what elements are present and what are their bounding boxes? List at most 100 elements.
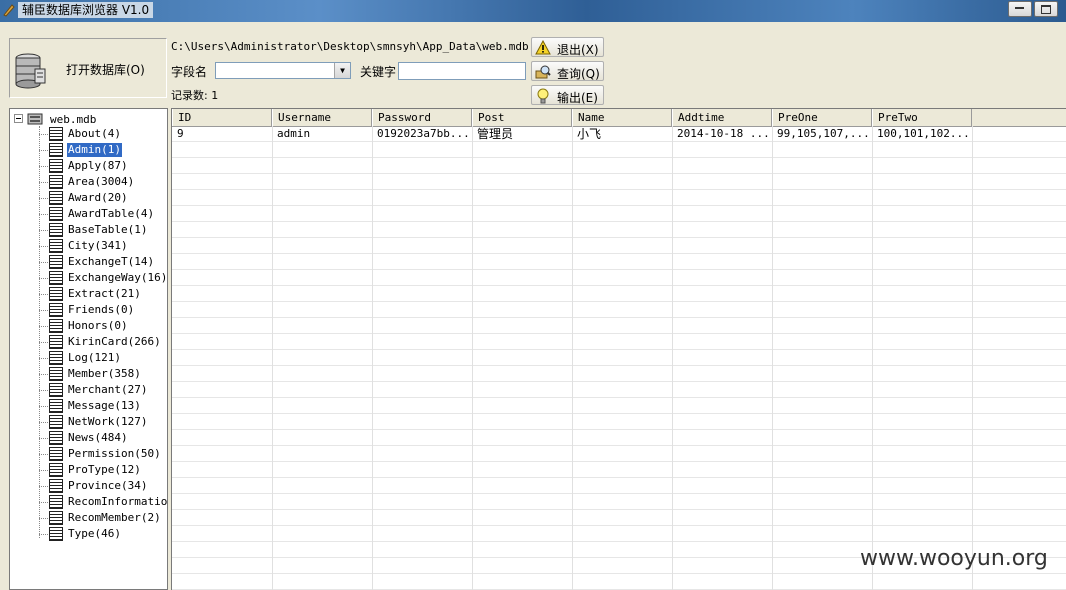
tree-item[interactable]: Member(358): [39, 366, 167, 382]
tree-item[interactable]: Message(13): [39, 398, 167, 414]
table-cell[interactable]: 9: [172, 126, 272, 142]
tree-connector: [39, 470, 48, 471]
open-database-button[interactable]: 打开数据库(O): [9, 38, 167, 98]
tree-item[interactable]: About(4): [39, 126, 167, 142]
tree-connector: [39, 230, 48, 231]
minimize-icon: [1015, 7, 1024, 9]
tree-item[interactable]: Apply(87): [39, 158, 167, 174]
table-cell[interactable]: 100,101,102...: [872, 126, 972, 142]
column-header[interactable]: Name: [572, 109, 672, 126]
tree-item-label: Type(46): [68, 527, 121, 540]
tree-item-label: Apply(87): [68, 159, 128, 172]
tree-item[interactable]: AwardTable(4): [39, 206, 167, 222]
table-cell[interactable]: 2014-10-18 ...: [672, 126, 772, 142]
query-button[interactable]: 查询(Q): [531, 61, 604, 81]
tree-connector: [39, 390, 48, 391]
tree-item[interactable]: Honors(0): [39, 318, 167, 334]
tree-item[interactable]: BaseTable(1): [39, 222, 167, 238]
tree-item[interactable]: ExchangeT(14): [39, 254, 167, 270]
tree-item[interactable]: KirinCard(266): [39, 334, 167, 350]
tree-connector: [39, 278, 48, 279]
table-icon: [49, 511, 63, 525]
table-icon: [49, 479, 63, 493]
tree-item[interactable]: Admin(1): [39, 142, 167, 158]
tree-item-label: Admin(1): [67, 143, 122, 157]
grid-line: [972, 126, 973, 590]
collapse-icon[interactable]: [14, 114, 23, 123]
column-header[interactable]: PreTwo: [872, 109, 972, 126]
grid-line: [572, 126, 573, 590]
table-icon: [49, 463, 63, 477]
column-header[interactable]: Username: [272, 109, 372, 126]
column-header[interactable]: ID: [172, 109, 272, 126]
table-icon: [49, 495, 63, 509]
table-cell[interactable]: 99,105,107,...: [772, 126, 872, 142]
tree-item[interactable]: Type(46): [39, 526, 167, 542]
table-icon: [49, 223, 63, 237]
table-cell[interactable]: 0192023a7bb...: [372, 126, 472, 142]
table-icon: [49, 143, 63, 157]
tree-item-label: NetWork(127): [68, 415, 148, 428]
export-button[interactable]: 输出(E): [531, 85, 604, 105]
tree-item[interactable]: RecomInformation: [39, 494, 167, 510]
tree-item[interactable]: City(341): [39, 238, 167, 254]
table-tree[interactable]: web.mdb About(4) Admin(1) Apply(87) Area(30…: [9, 108, 168, 590]
tree-item[interactable]: Area(3004): [39, 174, 167, 190]
exit-button[interactable]: 退出(X): [531, 37, 604, 57]
tree-connector: [39, 454, 48, 455]
database-path: C:\Users\Administrator\Desktop\smnsyh\Ap…: [171, 40, 529, 53]
warning-icon: [535, 40, 551, 55]
table-icon: [49, 399, 63, 413]
tree-item[interactable]: Province(34): [39, 478, 167, 494]
tree-item-label: News(484): [68, 431, 128, 444]
column-header[interactable]: Password: [372, 109, 472, 126]
tree-item-label: BaseTable(1): [68, 223, 148, 236]
search-icon: [535, 65, 551, 79]
data-grid[interactable]: ID Username Password Post Name Addtime PreOne P…: [171, 108, 1066, 590]
keyword-input[interactable]: [398, 62, 526, 80]
table-icon: [49, 319, 63, 333]
tree-item-label: Extract(21): [68, 287, 141, 300]
table-icon: [49, 351, 63, 365]
tree-connector: [39, 198, 48, 199]
tree-item[interactable]: Permission(50): [39, 446, 167, 462]
grid-line: [772, 126, 773, 590]
tree-item[interactable]: Award(20): [39, 190, 167, 206]
tree-item[interactable]: Friends(0): [39, 302, 167, 318]
table-icon: [49, 335, 63, 349]
tree-connector: [39, 438, 48, 439]
table-cell[interactable]: 管理员: [472, 126, 572, 142]
tree-connector: [39, 262, 48, 263]
table-icon: [49, 175, 63, 189]
tree-item[interactable]: NetWork(127): [39, 414, 167, 430]
table-cell[interactable]: admin: [272, 126, 372, 142]
grid-line: [372, 126, 373, 590]
column-header[interactable]: Addtime: [672, 109, 772, 126]
tree-item[interactable]: News(484): [39, 430, 167, 446]
grid-line: [672, 126, 673, 590]
column-header[interactable]: Post: [472, 109, 572, 126]
tree-item-label: Province(34): [68, 479, 148, 492]
field-name-select[interactable]: ▼: [215, 62, 351, 79]
tree-item[interactable]: ProType(12): [39, 462, 167, 478]
tree-item[interactable]: RecomMember(2): [39, 510, 167, 526]
tree-connector: [39, 134, 48, 135]
tree-item[interactable]: Merchant(27): [39, 382, 167, 398]
tree-item[interactable]: Extract(21): [39, 286, 167, 302]
minimize-button[interactable]: [1008, 1, 1032, 17]
tree-item-label: RecomMember(2): [68, 511, 161, 524]
maximize-button[interactable]: [1034, 1, 1058, 17]
tree-connector: [39, 326, 48, 327]
table-icon: [49, 431, 63, 445]
tree-connector: [39, 486, 48, 487]
chevron-down-icon[interactable]: ▼: [334, 63, 350, 78]
tree-item[interactable]: Log(121): [39, 350, 167, 366]
table-cell[interactable]: 小飞: [572, 126, 672, 142]
column-header[interactable]: PreOne: [772, 109, 872, 126]
title-bar[interactable]: 辅臣数据库浏览器 V1.0: [0, 0, 1066, 22]
tree-item-label: Merchant(27): [68, 383, 148, 396]
table-icon: [49, 255, 63, 269]
table-row[interactable]: 9 admin 0192023a7bb... 管理员 小飞 2014-10-18 ... 9…: [172, 126, 1066, 142]
tree-item-label: Log(121): [68, 351, 121, 364]
tree-item[interactable]: ExchangeWay(16): [39, 270, 167, 286]
